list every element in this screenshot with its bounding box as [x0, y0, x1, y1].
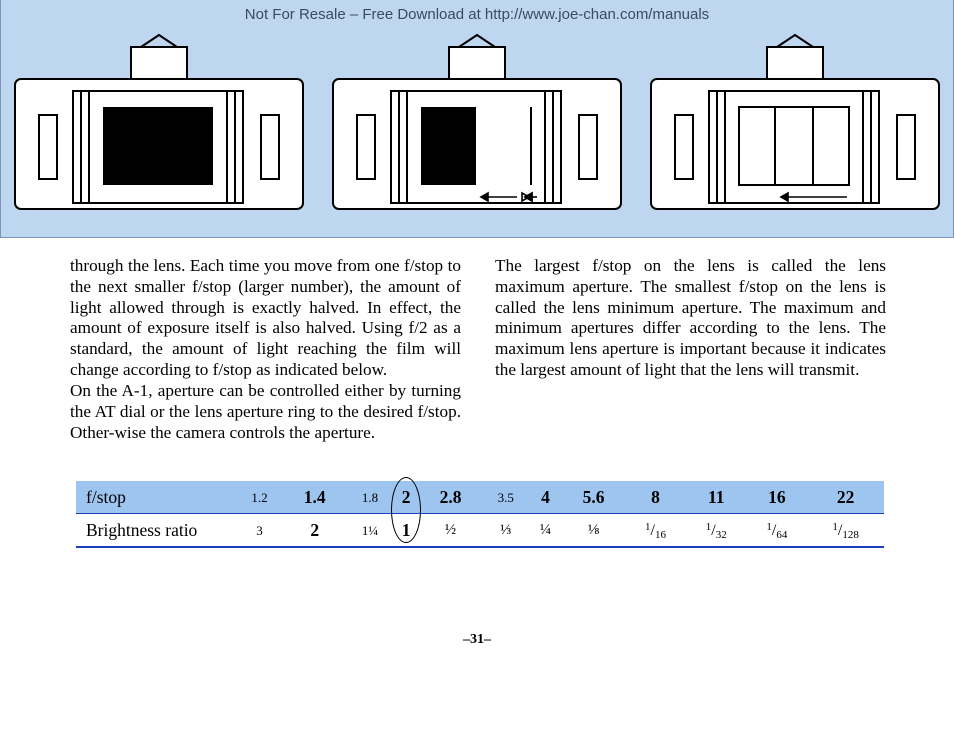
cell: 1.8 — [346, 481, 393, 514]
cell: 4 — [529, 481, 562, 514]
illustration-band: Not For Resale – Free Download at http:/… — [0, 0, 954, 238]
row-label: Brightness ratio — [76, 514, 236, 548]
cell: 5.6 — [562, 481, 625, 514]
cell: 22 — [807, 481, 884, 514]
cell: 2.8 — [419, 481, 482, 514]
cell: 1¼ — [346, 514, 393, 548]
cell: 2 — [283, 514, 346, 548]
cell: 8 — [625, 481, 686, 514]
cell: 16 — [747, 481, 808, 514]
body-text: through the lens. Each time you move fro… — [0, 238, 954, 443]
resale-note: Not For Resale – Free Download at http:/… — [7, 4, 947, 23]
left-column: through the lens. Each time you move fro… — [70, 256, 461, 443]
cell: 1/32 — [686, 514, 747, 548]
page-number: –31– — [0, 632, 954, 648]
cell: 1/16 — [625, 514, 686, 548]
camera-aperture-open-icon — [11, 29, 307, 215]
cell: ¼ — [529, 514, 562, 548]
row-label: f/stop — [76, 481, 236, 514]
right-column: The largest f/stop on the lens is called… — [495, 256, 886, 443]
cell: ½ — [419, 514, 482, 548]
cell: 3 — [236, 514, 283, 548]
cell: 1 — [393, 514, 418, 548]
camera-diagrams — [7, 29, 947, 215]
cell: 1.4 — [283, 481, 346, 514]
cell: 1/128 — [807, 514, 884, 548]
camera-aperture-closed-icon — [647, 29, 943, 215]
camera-aperture-half-icon — [329, 29, 625, 215]
cell: ⅛ — [562, 514, 625, 548]
cell: ⅓ — [482, 514, 529, 548]
cell: 11 — [686, 481, 747, 514]
table-row: f/stop1.21.41.822.83.545.68111622 — [76, 481, 884, 514]
cell: 2 — [393, 481, 418, 514]
fstop-table-wrap: f/stop1.21.41.822.83.545.68111622Brightn… — [76, 481, 884, 548]
table-row: Brightness ratio321¼1½⅓¼⅛1/161/321/641/1… — [76, 514, 884, 548]
cell: 3.5 — [482, 481, 529, 514]
cell: 1/64 — [747, 514, 808, 548]
fstop-table: f/stop1.21.41.822.83.545.68111622Brightn… — [76, 481, 884, 548]
cell: 1.2 — [236, 481, 283, 514]
